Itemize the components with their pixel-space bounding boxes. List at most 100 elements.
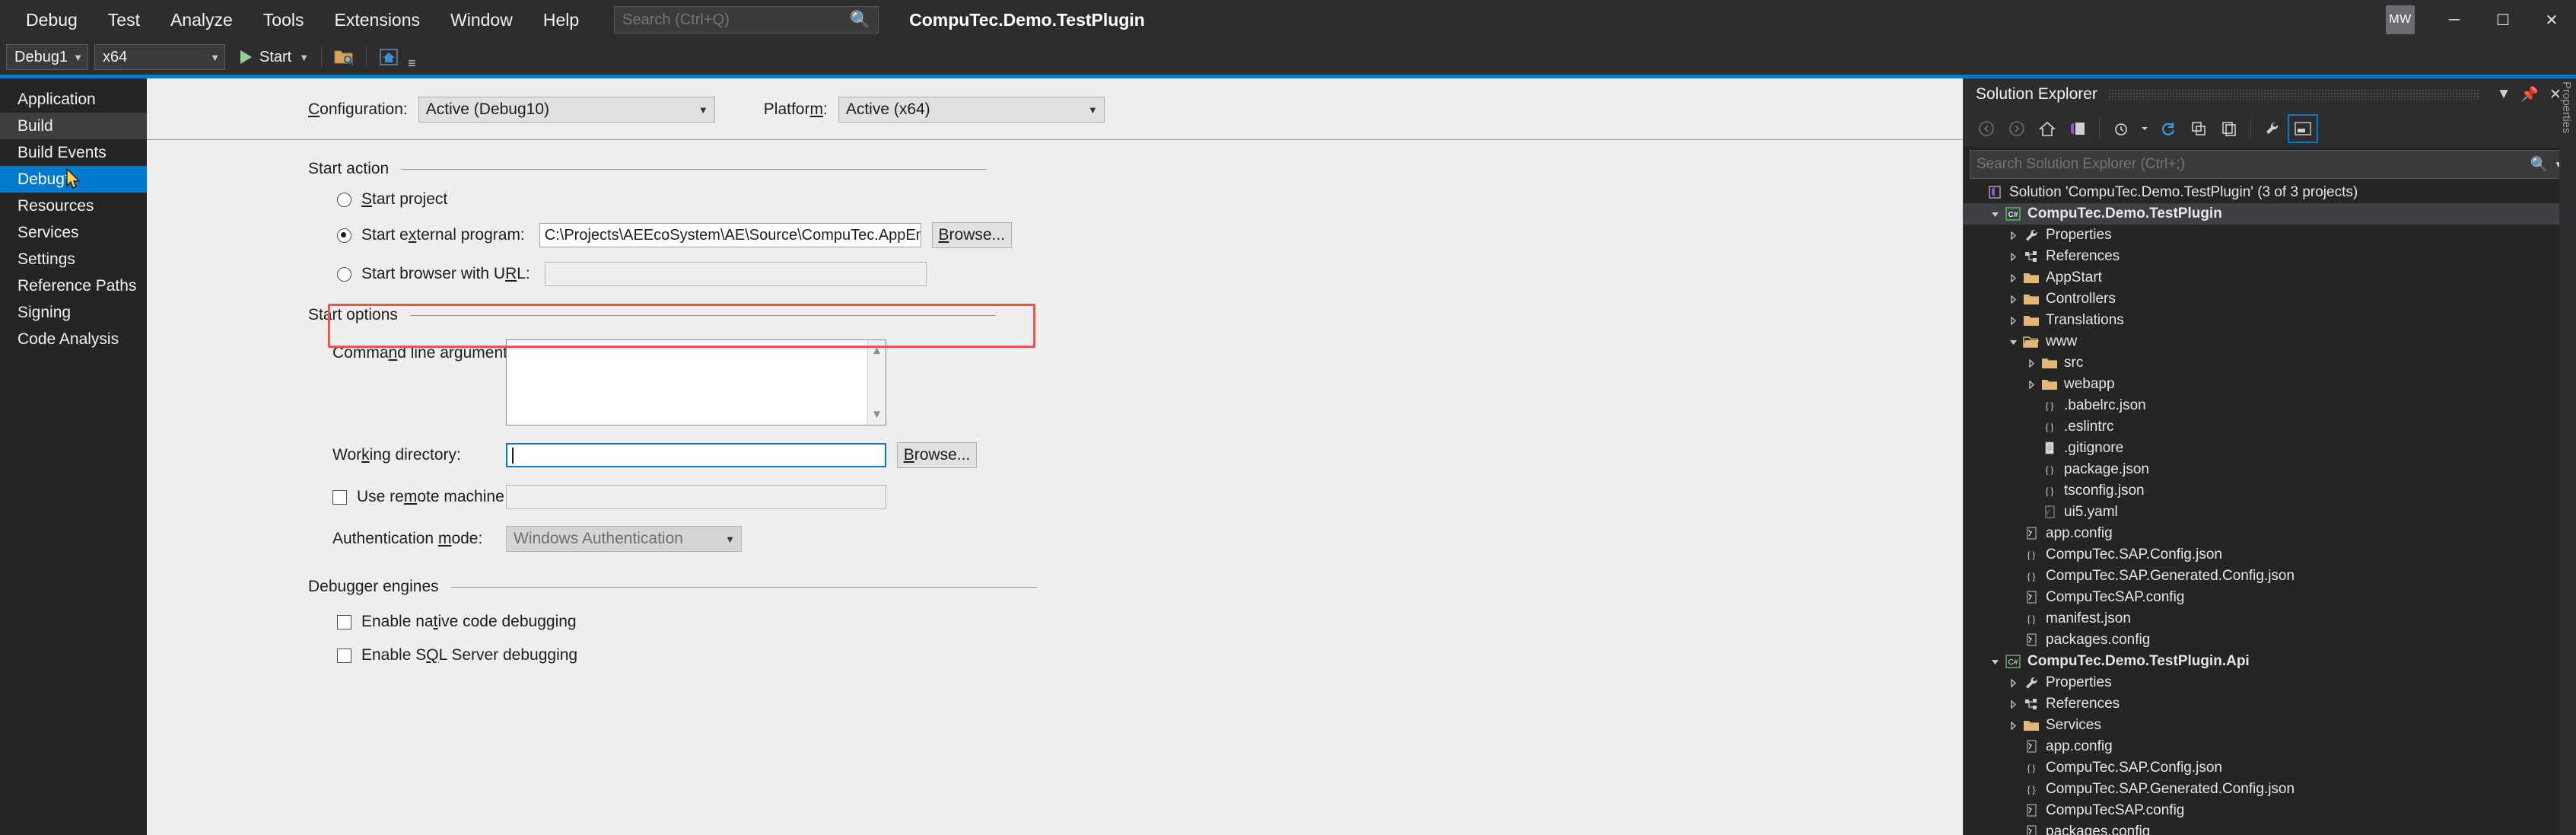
tree-item[interactable]: Controllers bbox=[1964, 288, 2576, 310]
command-line-textarea[interactable]: ▲ ▼ bbox=[506, 339, 886, 425]
tree-item[interactable]: packages.config bbox=[1964, 629, 2576, 651]
enable-sql-server-debugging-checkbox[interactable] bbox=[337, 648, 351, 663]
chevron-down-icon[interactable] bbox=[2136, 114, 2153, 143]
chevron-right-icon[interactable] bbox=[2005, 700, 2021, 709]
properties-wrench-icon[interactable] bbox=[2257, 114, 2288, 143]
menu-item-analyze[interactable]: Analyze bbox=[155, 0, 248, 40]
tree-item[interactable]: .gitignore bbox=[1964, 438, 2576, 459]
chevron-right-icon[interactable] bbox=[2005, 295, 2021, 304]
tree-item[interactable]: Services bbox=[1964, 715, 2576, 736]
start-external-program-radio[interactable] bbox=[337, 228, 351, 243]
quick-launch-search[interactable]: 🔍 bbox=[614, 6, 879, 33]
home-icon[interactable] bbox=[2032, 114, 2062, 143]
chevron-down-icon[interactable]: ▼ bbox=[299, 52, 309, 63]
tree-item[interactable]: Properties bbox=[1964, 225, 2576, 246]
forward-icon[interactable] bbox=[2002, 114, 2032, 143]
avatar[interactable]: MW bbox=[2386, 5, 2415, 34]
tree-item[interactable]: app.config bbox=[1964, 523, 2576, 544]
solution-explorer-search[interactable]: 🔍 ▼ bbox=[1970, 150, 2570, 179]
switch-views-icon[interactable] bbox=[2062, 114, 2093, 143]
chevron-right-icon[interactable] bbox=[2023, 380, 2040, 389]
start-external-program-row[interactable]: Start external program: C:\Projects\AEEc… bbox=[308, 222, 1940, 248]
toolbar-overflow-icon[interactable]: ≡ bbox=[408, 56, 416, 75]
command-line-scrollbar[interactable]: ▲ ▼ bbox=[867, 340, 886, 425]
menu-item-debug[interactable]: Debug bbox=[11, 0, 93, 40]
chevron-right-icon[interactable] bbox=[2005, 721, 2021, 730]
show-all-files-icon[interactable] bbox=[2214, 114, 2244, 143]
back-icon[interactable] bbox=[1971, 114, 2002, 143]
chevron-right-icon[interactable] bbox=[2005, 231, 2021, 240]
tree-item[interactable]: References bbox=[1964, 693, 2576, 715]
working-directory-input[interactable] bbox=[506, 443, 886, 467]
collapse-all-icon[interactable] bbox=[2183, 114, 2214, 143]
chevron-right-icon[interactable] bbox=[2005, 252, 2021, 261]
tree-item[interactable]: packages.config bbox=[1964, 821, 2576, 835]
tree-item[interactable]: {} tsconfig.json bbox=[1964, 480, 2576, 502]
tree-item[interactable]: src bbox=[1964, 352, 2576, 374]
property-tab-buildevents[interactable]: Build Events bbox=[0, 139, 147, 166]
browse-external-program-button[interactable]: Browse... bbox=[931, 222, 1012, 248]
property-tab-referencepaths[interactable]: Reference Paths bbox=[0, 272, 147, 299]
enable-native-code-debugging-row[interactable]: Enable native code debugging bbox=[308, 613, 1940, 631]
properties-vertical-tab[interactable]: Properties bbox=[2559, 78, 2576, 835]
menu-item-window[interactable]: Window bbox=[435, 0, 528, 40]
quick-launch-input[interactable] bbox=[622, 11, 847, 29]
chevron-right-icon[interactable] bbox=[2005, 678, 2021, 687]
minimize-button[interactable]: ─ bbox=[2430, 0, 2479, 40]
use-remote-machine-checkbox[interactable] bbox=[332, 489, 347, 505]
chevron-down-icon[interactable] bbox=[1986, 210, 2003, 218]
start-project-row[interactable]: Start project bbox=[308, 190, 1940, 209]
external-program-path-input[interactable]: C:\Projects\AEEcoSystem\AE\Source\CompuT… bbox=[539, 223, 921, 247]
browse-working-directory-button[interactable]: Browse... bbox=[897, 442, 977, 468]
start-project-radio[interactable] bbox=[337, 192, 351, 207]
configuration-select[interactable]: Active (Debug10) ▼ bbox=[418, 97, 715, 123]
menu-item-extensions[interactable]: Extensions bbox=[320, 0, 436, 40]
start-debug-button[interactable]: Start ▼ bbox=[236, 44, 313, 70]
home-icon[interactable] bbox=[374, 44, 403, 70]
tree-item[interactable]: AppStart bbox=[1964, 267, 2576, 288]
tree-item[interactable]: {} CompuTec.SAP.Generated.Config.json bbox=[1964, 566, 2576, 587]
tree-item[interactable]: {} CompuTec.SAP.Config.json bbox=[1964, 757, 2576, 779]
tree-item[interactable]: C# CompuTec.Demo.TestPlugin.Api bbox=[1964, 651, 2576, 672]
chevron-down-icon[interactable] bbox=[2005, 338, 2021, 346]
chevron-down-icon[interactable]: ▼ bbox=[871, 408, 883, 421]
tree-item[interactable]: Properties bbox=[1964, 672, 2576, 693]
tree-item[interactable]: {} manifest.json bbox=[1964, 608, 2576, 629]
tree-item[interactable]: www bbox=[1964, 331, 2576, 352]
chevron-up-icon[interactable]: ▲ bbox=[871, 344, 883, 357]
refresh-icon[interactable] bbox=[2153, 114, 2183, 143]
pin-icon[interactable]: 📌 bbox=[2517, 81, 2543, 107]
tree-item[interactable]: app.config bbox=[1964, 736, 2576, 757]
tree-item[interactable]: Translations bbox=[1964, 310, 2576, 331]
platform-select[interactable]: Active (x64) ▼ bbox=[838, 97, 1105, 123]
property-tab-codeanalysis[interactable]: Code Analysis bbox=[0, 326, 147, 352]
property-tab-debug[interactable]: Debug* bbox=[0, 166, 147, 193]
tree-item[interactable]: {} CompuTec.SAP.Config.json bbox=[1964, 544, 2576, 566]
preview-selected-items-icon[interactable] bbox=[2288, 114, 2318, 143]
configuration-combo[interactable]: Debug10 ▼ bbox=[6, 44, 88, 70]
tree-item[interactable]: {} package.json bbox=[1964, 459, 2576, 480]
close-button[interactable]: ✕ bbox=[2527, 0, 2576, 40]
menu-item-test[interactable]: Test bbox=[93, 0, 155, 40]
folder-search-icon[interactable] bbox=[329, 44, 358, 70]
tree-item[interactable]: References bbox=[1964, 246, 2576, 267]
property-tab-application[interactable]: Application bbox=[0, 86, 147, 113]
tree-item[interactable]: {} .eslintrc bbox=[1964, 416, 2576, 438]
property-tab-signing[interactable]: Signing bbox=[0, 299, 147, 326]
tree-item[interactable]: C# CompuTec.Demo.TestPlugin bbox=[1964, 203, 2576, 225]
property-tab-services[interactable]: Services bbox=[0, 219, 147, 246]
account-block[interactable]: MW bbox=[2386, 5, 2415, 34]
browser-url-input[interactable] bbox=[544, 262, 927, 286]
chevron-right-icon[interactable] bbox=[2023, 359, 2040, 368]
enable-native-code-debugging-checkbox[interactable] bbox=[337, 614, 351, 629]
enable-sql-server-debugging-row[interactable]: Enable SQL Server debugging bbox=[308, 646, 1940, 664]
platform-combo[interactable]: x64 ▼ bbox=[94, 44, 225, 70]
tree-item[interactable]: {} CompuTec.SAP.Generated.Config.json bbox=[1964, 779, 2576, 800]
menu-item-help[interactable]: Help bbox=[528, 0, 594, 40]
chevron-right-icon[interactable] bbox=[2005, 316, 2021, 325]
use-remote-machine-row[interactable]: Use remote machine bbox=[308, 485, 1940, 509]
solution-explorer-search-input[interactable] bbox=[1977, 156, 2530, 173]
tree-item[interactable]: CompuTecSAP.config bbox=[1964, 800, 2576, 821]
tree-item[interactable]: CompuTecSAP.config bbox=[1964, 587, 2576, 608]
drag-handle[interactable] bbox=[2107, 89, 2480, 100]
